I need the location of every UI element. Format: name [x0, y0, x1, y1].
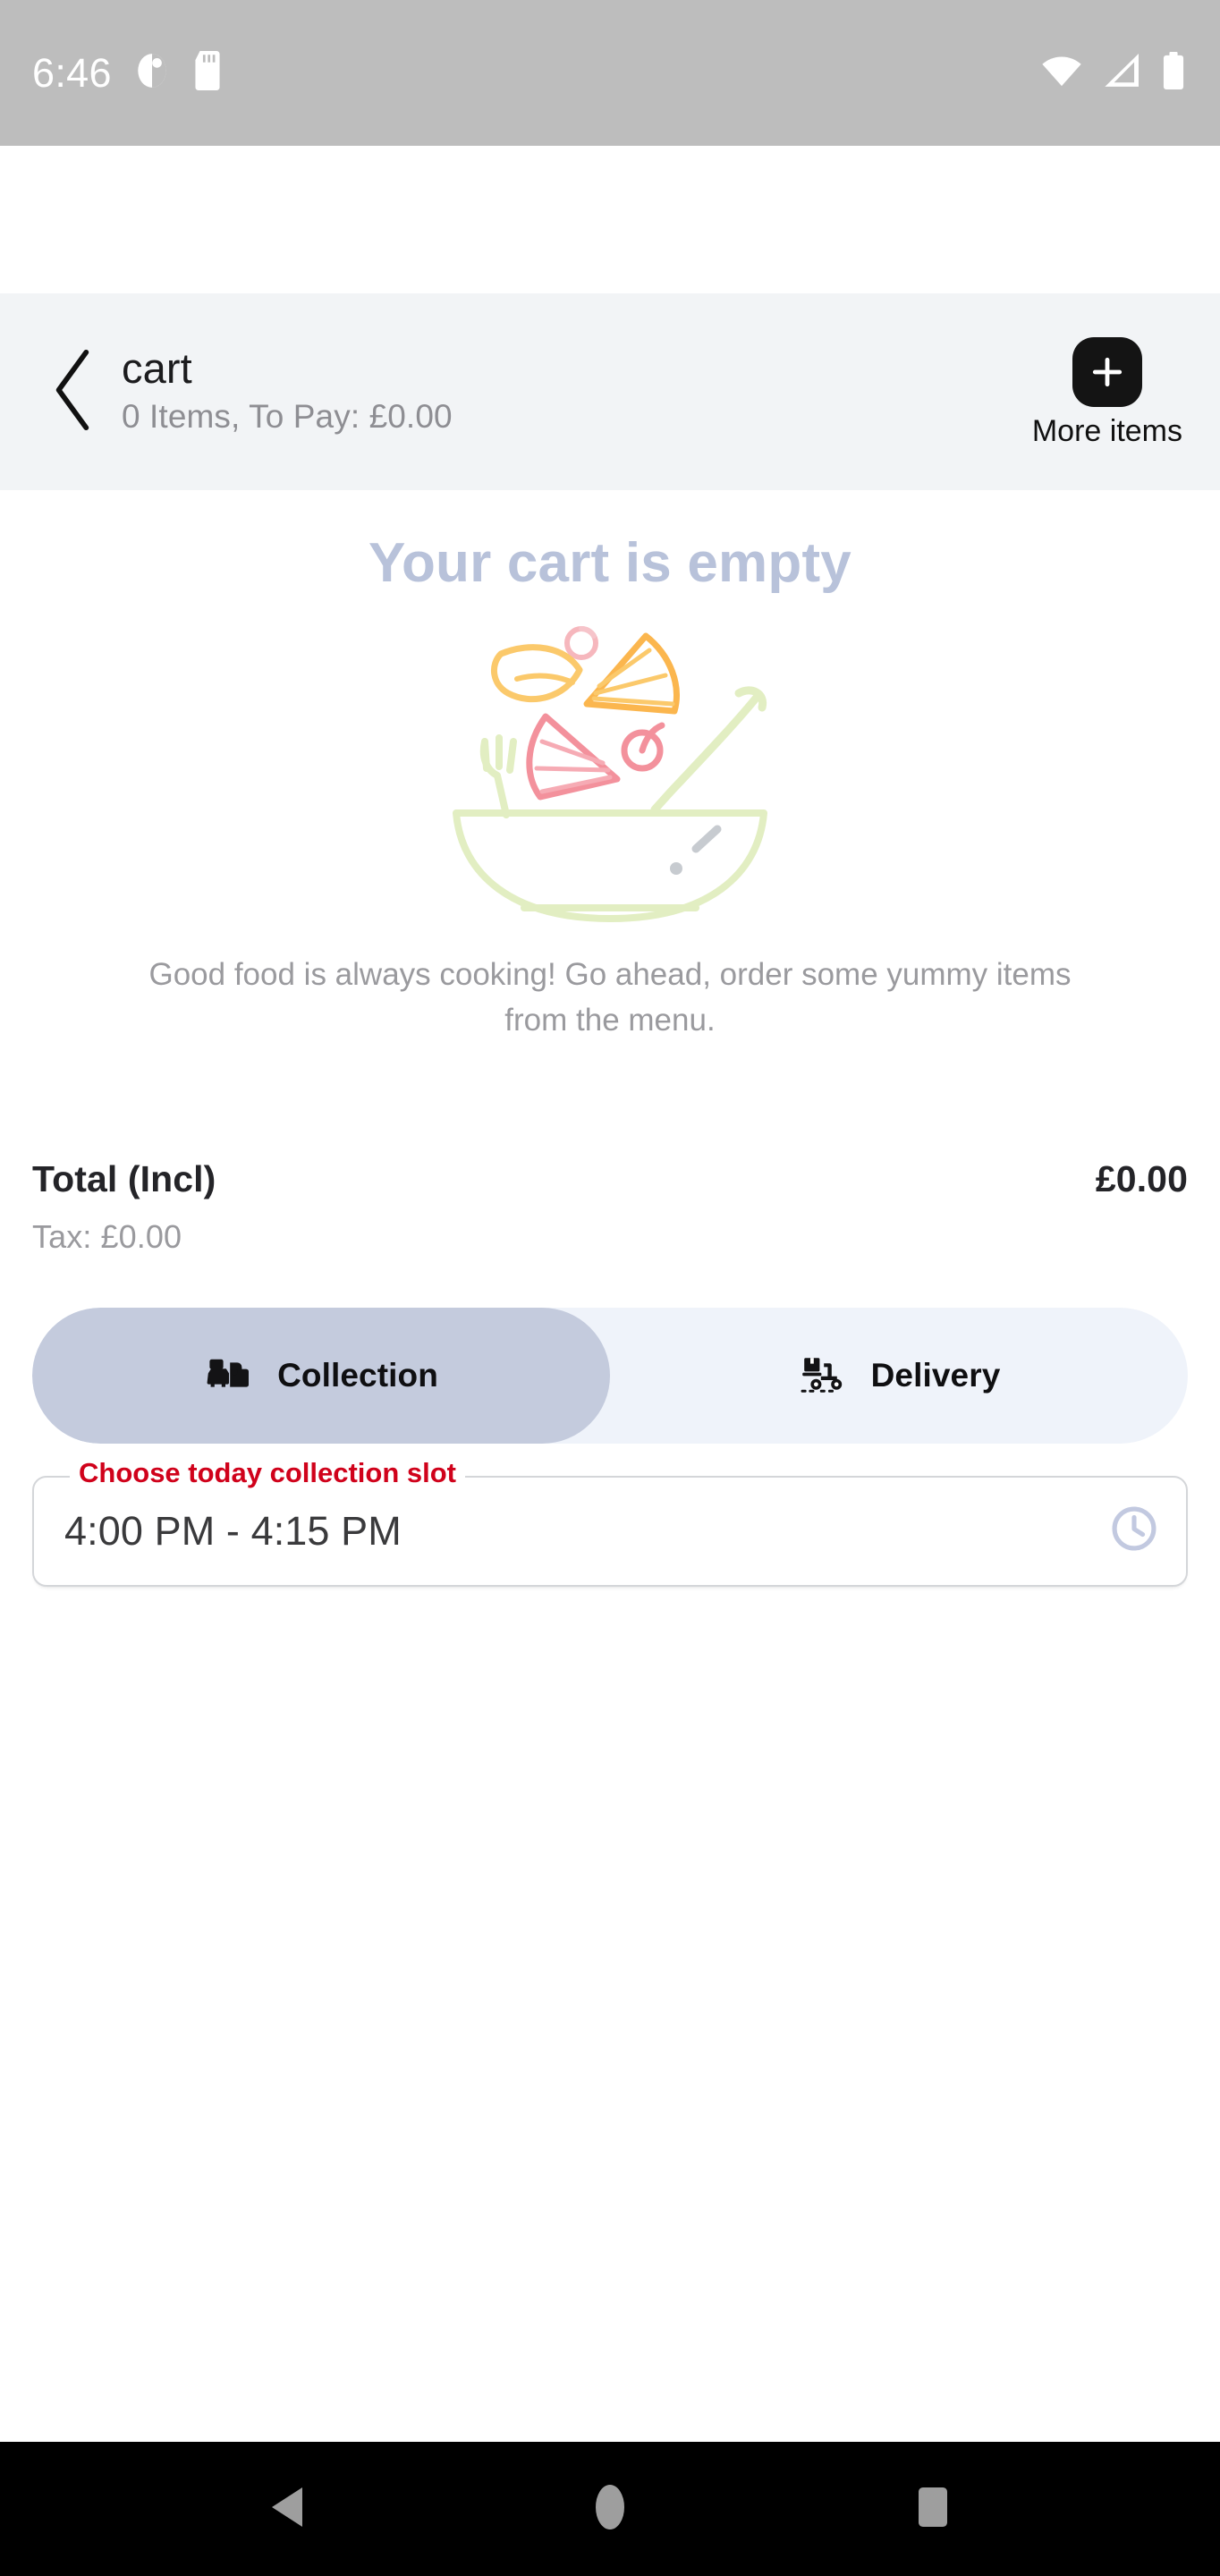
app-bar: cart 0 Items, To Pay: £0.00 More items [0, 293, 1220, 490]
total-value: £0.00 [1095, 1157, 1188, 1199]
salad-bowl-icon [32, 607, 1188, 929]
collection-slot-field[interactable]: 4:00 PM - 4:15 PM Choose today collectio… [32, 1455, 1188, 1587]
back-button[interactable] [45, 349, 100, 435]
more-items-button[interactable]: More items [1032, 337, 1182, 446]
clock-icon[interactable] [1109, 1504, 1159, 1558]
status-bar-right [1041, 52, 1186, 94]
nav-recents-button[interactable] [879, 2455, 987, 2563]
app-screen: 6:46 cart 0 Items, To Pay: £0.00 More it… [0, 0, 1220, 2576]
wifi-icon [1041, 54, 1082, 92]
collection-slot-box[interactable]: 4:00 PM - 4:15 PM [32, 1475, 1188, 1587]
status-bar: 6:46 [0, 0, 1220, 146]
status-bar-clock: 6:46 [32, 50, 112, 96]
cart-summary-subtitle: 0 Items, To Pay: £0.00 [122, 398, 453, 436]
nav-back-button[interactable] [233, 2455, 341, 2563]
empty-cart-title: Your cart is empty [369, 532, 851, 594]
collection-slot-label: Choose today collection slot [70, 1455, 465, 1489]
status-bar-gap [0, 146, 1220, 293]
collection-slot-value: 4:00 PM - 4:15 PM [64, 1507, 402, 1554]
fulfilment-option-collection-label: Collection [277, 1356, 438, 1394]
do-not-disturb-icon [135, 51, 169, 95]
nav-home-button[interactable] [556, 2455, 664, 2563]
back-triangle-icon [268, 2485, 306, 2534]
content-filler [32, 1587, 1188, 2443]
total-label: Total (Incl) [32, 1157, 216, 1199]
empty-cart-description: Good food is always cooking! Go ahead, o… [148, 957, 1072, 1038]
fulfilment-option-delivery-label: Delivery [870, 1356, 1001, 1394]
battery-icon [1161, 52, 1186, 94]
tax-label: Tax: £0.00 [32, 1217, 182, 1255]
scooter-delivery-icon [798, 1348, 848, 1402]
sd-card-icon [192, 51, 223, 95]
plus-icon[interactable] [1072, 337, 1142, 407]
cellular-signal-icon [1102, 54, 1141, 92]
status-bar-left: 6:46 [32, 51, 223, 95]
chevron-left-icon [52, 349, 93, 436]
page-title: cart [122, 343, 192, 392]
cart-content: Your cart is empty Good food is always c… [0, 490, 1220, 2442]
fulfilment-option-delivery[interactable]: Delivery [610, 1308, 1188, 1444]
fulfilment-toggle: Collection Delivery [32, 1307, 1188, 1444]
recents-square-icon [916, 2485, 950, 2534]
fulfilment-option-collection[interactable]: Collection [32, 1307, 610, 1444]
home-circle-icon [594, 2483, 626, 2536]
more-items-label: More items [1031, 414, 1182, 448]
totals-section: Total (Incl) £0.00 Tax: £0.00 [32, 1158, 1188, 1256]
app-bar-titles: cart 0 Items, To Pay: £0.00 [122, 343, 1032, 439]
car-collection-icon [204, 1348, 254, 1402]
total-row: Total (Incl) £0.00 [32, 1158, 1188, 1200]
android-nav-bar [0, 2442, 1220, 2576]
